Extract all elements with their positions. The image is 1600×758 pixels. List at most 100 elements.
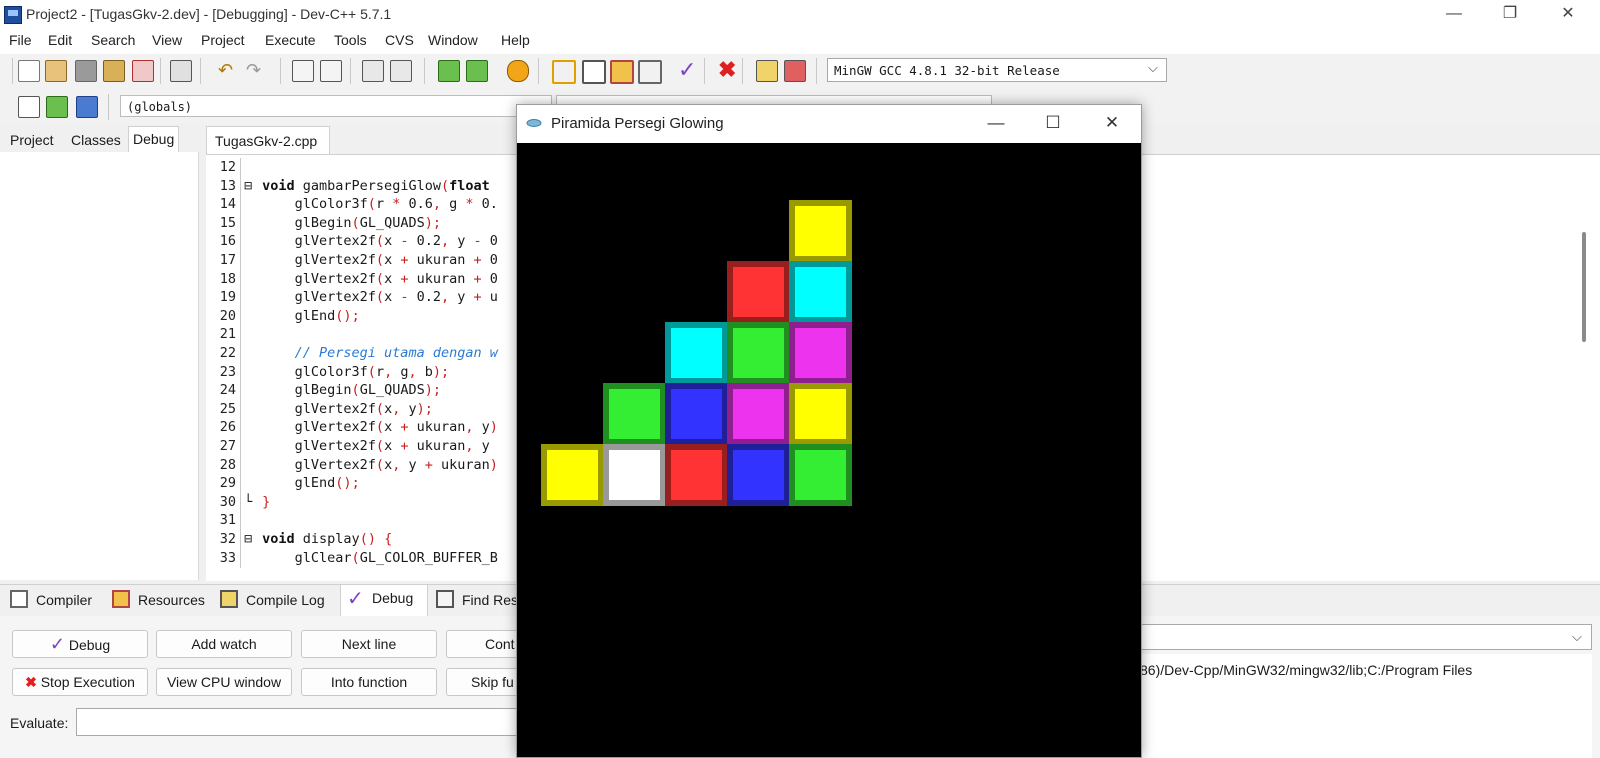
debug-command-combo[interactable] xyxy=(1140,624,1592,650)
fold-marker[interactable]: ⊟ xyxy=(236,177,254,195)
continue-button[interactable]: Cont xyxy=(446,630,526,658)
minimize-icon[interactable]: — xyxy=(1426,0,1482,30)
code-text: glVertex2f(x + ukuran + 0 xyxy=(254,252,498,268)
line-number: 33 xyxy=(219,549,236,566)
restore-icon[interactable]: ❐ xyxy=(1482,0,1538,30)
profile-chart-icon[interactable] xyxy=(756,60,778,82)
code-text: glVertex2f(x - 0.2, y + u xyxy=(254,289,498,306)
skip-function-button[interactable]: Skip fu xyxy=(446,668,526,696)
line-number: 16 xyxy=(219,233,236,250)
pyramid-square xyxy=(727,261,790,323)
run-icon[interactable] xyxy=(582,60,606,84)
indent-icon[interactable] xyxy=(362,60,384,82)
find-icon[interactable] xyxy=(292,60,314,82)
code-line: 24 glBegin(GL_QUADS); xyxy=(206,381,526,399)
code-line: 31 xyxy=(206,511,526,529)
save-icon[interactable] xyxy=(75,60,97,82)
unindent-icon[interactable] xyxy=(390,60,412,82)
menu-project[interactable]: Project xyxy=(201,32,245,48)
new-file-icon[interactable] xyxy=(18,60,40,82)
close-file-icon[interactable] xyxy=(132,60,154,82)
tab-debug-left[interactable]: Debug xyxy=(128,126,180,153)
compile-icon[interactable] xyxy=(552,60,576,84)
stop-execution-icon: ✖ xyxy=(25,674,37,690)
menu-view[interactable]: View xyxy=(152,32,182,48)
redo-icon[interactable]: ↷ xyxy=(246,60,266,80)
menu-edit[interactable]: Edit xyxy=(48,32,72,48)
compile-log-chart-icon xyxy=(220,590,238,608)
menu-help[interactable]: Help xyxy=(501,32,530,48)
remove-from-project-icon[interactable] xyxy=(466,60,488,82)
tab-classes[interactable]: Classes xyxy=(67,128,125,152)
line-number: 25 xyxy=(219,400,236,417)
add-to-project-icon[interactable] xyxy=(438,60,460,82)
stop-execution-icon[interactable]: ✖ xyxy=(718,59,738,81)
stop-execution-button[interactable]: ✖ Stop Execution xyxy=(12,668,148,696)
menu-window[interactable]: Window xyxy=(428,32,478,48)
code-line: 22 // Persegi utama dengan w xyxy=(206,344,526,362)
tab-compile-log[interactable]: Compile Log xyxy=(246,592,325,608)
close-icon[interactable]: ✕ xyxy=(1089,105,1135,143)
debug-button[interactable]: ✓ Debug xyxy=(12,630,148,658)
toolbar-separator xyxy=(160,58,161,84)
insert-icon[interactable] xyxy=(46,96,68,118)
menu-file[interactable]: File xyxy=(9,32,32,48)
chevron-down-icon[interactable]: ⌵ xyxy=(1572,629,1582,645)
debug-watch-panel[interactable] xyxy=(0,152,199,580)
print-icon[interactable] xyxy=(170,60,192,82)
pyramid-square xyxy=(789,261,852,323)
menu-execute[interactable]: Execute xyxy=(265,32,316,48)
code-text: void display() { xyxy=(262,531,393,547)
debug-check-icon[interactable]: ✓ xyxy=(678,59,698,81)
glowing-square-pyramid xyxy=(541,200,867,526)
undo-icon[interactable]: ↶ xyxy=(218,60,238,80)
tab-tugasgkv-cpp[interactable]: TugasGkv-2.cpp xyxy=(206,126,330,154)
class-browser-icon[interactable] xyxy=(507,60,529,82)
tab-compiler[interactable]: Compiler xyxy=(36,592,92,608)
fold-marker[interactable]: ⊟ xyxy=(236,530,254,548)
line-number: 26 xyxy=(219,419,236,436)
menu-search[interactable]: Search xyxy=(91,32,135,48)
tab-find-results[interactable]: Find Res xyxy=(462,592,518,608)
code-line: 20 glEnd(); xyxy=(206,307,526,325)
menu-tools[interactable]: Tools xyxy=(334,32,367,48)
code-line: 17 glVertex2f(x + ukuran + 0 xyxy=(206,251,526,269)
line-number: 13 xyxy=(219,177,236,194)
line-number: 24 xyxy=(219,382,236,399)
add-watch-button[interactable]: Add watch xyxy=(156,630,292,658)
line-number: 28 xyxy=(219,456,236,473)
goto-icon[interactable] xyxy=(18,96,40,118)
view-cpu-window-button[interactable]: View CPU window xyxy=(156,668,292,696)
next-line-button[interactable]: Next line xyxy=(301,630,437,658)
tab-debug[interactable]: Debug xyxy=(372,590,413,606)
code-line: 30 └ } xyxy=(206,493,526,511)
pyramid-square xyxy=(665,444,728,506)
bookmark-icon[interactable] xyxy=(76,96,98,118)
tab-project[interactable]: Project xyxy=(6,128,58,152)
chevron-down-icon[interactable]: ⌵ xyxy=(1148,60,1158,76)
code-line: 28 glVertex2f(x, y + ukuran) xyxy=(206,456,526,474)
class-select[interactable]: (globals) xyxy=(120,95,552,117)
debug-output-text: 86)/Dev-Cpp/MinGW32/mingw32/lib;C:/Progr… xyxy=(1140,662,1473,678)
evaluate-input[interactable] xyxy=(76,708,524,736)
close-icon[interactable]: ✕ xyxy=(1540,0,1596,30)
editor-scrollbar-thumb[interactable] xyxy=(1582,232,1586,342)
delete-profile-icon[interactable] xyxy=(784,60,806,82)
menu-cvs[interactable]: CVS xyxy=(385,32,414,48)
compile-run-icon[interactable] xyxy=(610,60,634,84)
into-function-button[interactable]: Into function xyxy=(301,668,437,696)
code-line: 21 xyxy=(206,325,526,343)
replace-icon[interactable] xyxy=(320,60,342,82)
toolbar-separator xyxy=(538,58,539,84)
tab-resources[interactable]: Resources xyxy=(138,592,205,608)
fold-marker: └ xyxy=(236,493,253,510)
compiler-select[interactable]: MinGW GCC 4.8.1 32-bit Release xyxy=(827,58,1167,82)
code-line: 32 ⊟ void display() { xyxy=(206,530,526,548)
maximize-icon[interactable]: ☐ xyxy=(1030,105,1076,143)
open-file-icon[interactable] xyxy=(45,60,67,82)
save-all-icon[interactable] xyxy=(103,60,125,82)
rebuild-icon[interactable] xyxy=(638,60,662,84)
minimize-icon[interactable]: — xyxy=(973,105,1019,143)
line-number: 21 xyxy=(219,326,236,343)
